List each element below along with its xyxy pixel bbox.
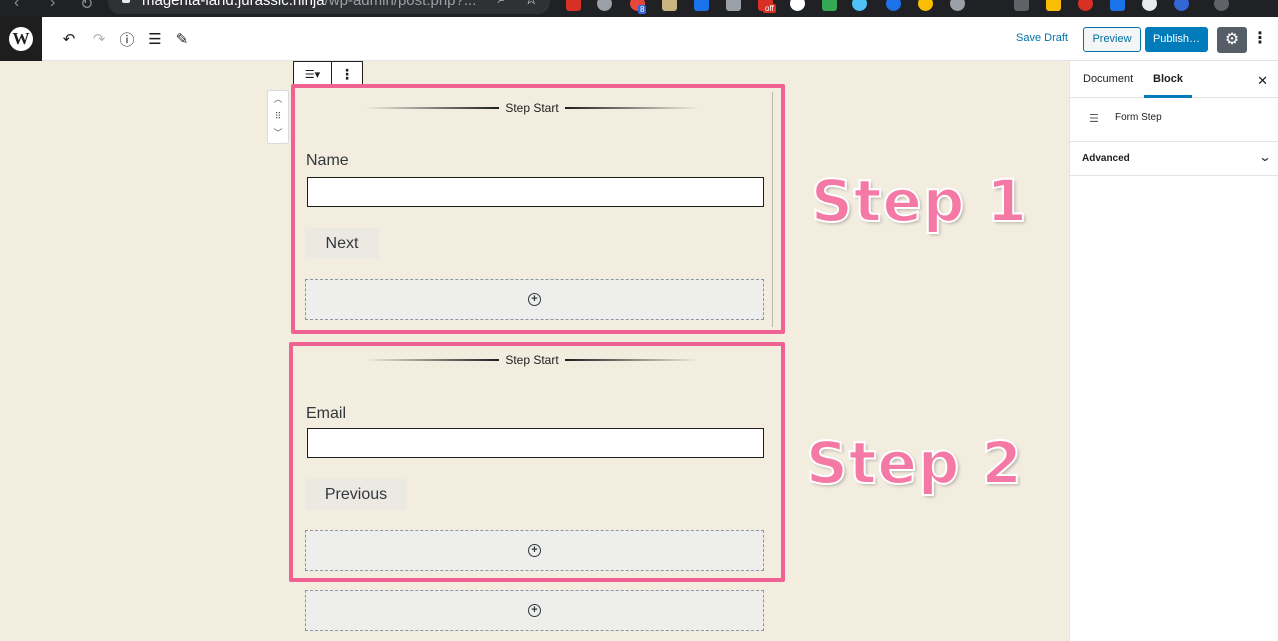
block-appender[interactable]: + — [305, 590, 764, 631]
extension-icon[interactable] — [918, 0, 933, 11]
step-1-highlight — [291, 84, 785, 334]
editor-canvas: ☰▾ ⋮ ︿ ⠿ ﹀ Step Start Name Next + Step 1… — [0, 61, 1069, 641]
block-navigation-icon[interactable]: ☰ — [145, 29, 165, 49]
form-step-icon: ☰ — [1089, 113, 1099, 125]
move-down-icon[interactable]: ﹀ — [268, 125, 288, 142]
add-block-icon: + — [528, 604, 541, 617]
block-name: Form Step — [1115, 112, 1162, 123]
extension-icon[interactable] — [662, 0, 677, 11]
profile-avatar[interactable] — [1214, 0, 1229, 11]
extension-icon[interactable] — [1174, 0, 1189, 11]
extension-icon[interactable] — [566, 0, 581, 11]
preview-button[interactable]: Preview — [1083, 27, 1141, 52]
move-up-icon[interactable]: ︿ — [268, 91, 288, 108]
extension-icon[interactable] — [1046, 0, 1061, 11]
close-icon[interactable]: ✕ — [1257, 73, 1268, 89]
wordpress-logo-button[interactable]: W — [0, 17, 42, 61]
more-options-icon[interactable]: ⋮ — [1252, 29, 1268, 49]
redo-icon[interactable]: ↷ — [89, 29, 109, 49]
lock-icon — [122, 0, 130, 3]
url-host: magenta-land.jurassic.ninja — [142, 0, 325, 9]
settings-sidebar: Document Block ✕ ☰ Form Step Advanced ⌄ — [1069, 61, 1278, 641]
panel-title: Advanced — [1082, 153, 1130, 164]
forward-icon[interactable]: › — [50, 0, 55, 12]
extension-icon[interactable] — [1110, 0, 1125, 11]
extension-icon[interactable] — [852, 0, 867, 11]
tab-block[interactable]: Block — [1144, 61, 1192, 98]
extension-icon[interactable] — [1014, 0, 1029, 11]
publish-button[interactable]: Publish… — [1145, 27, 1208, 52]
reload-icon[interactable]: ↻ — [80, 0, 93, 14]
extension-icon[interactable] — [1078, 0, 1093, 11]
browser-bar: ‹ › ↻ magenta-land.jurassic.ninja/wp-adm… — [0, 0, 1278, 17]
sidebar-tabs: Document Block ✕ — [1070, 61, 1278, 98]
block-card: ☰ Form Step — [1070, 98, 1278, 142]
info-icon[interactable]: ⓘ — [117, 29, 137, 49]
advanced-panel-toggle[interactable]: Advanced ⌄ — [1070, 142, 1278, 176]
step-2-annotation: Step 2 — [805, 428, 1023, 498]
settings-gear-icon[interactable]: ⚙ — [1217, 27, 1247, 53]
extension-icon[interactable] — [726, 0, 741, 11]
drag-handle-icon[interactable]: ⠿ — [268, 108, 288, 125]
wordpress-logo-icon: W — [9, 27, 33, 51]
extension-badge: off — [763, 4, 776, 13]
back-icon[interactable]: ‹ — [14, 0, 19, 12]
edit-mode-icon[interactable]: ✎ — [172, 29, 192, 49]
step-2-highlight — [289, 342, 785, 582]
extension-badge: 8 — [638, 5, 647, 14]
extension-icon[interactable] — [822, 0, 837, 11]
search-icon[interactable]: ⌕ — [498, 0, 506, 7]
extension-icon[interactable] — [950, 0, 965, 11]
url-path: /wp-admin/post.php?... — [324, 0, 477, 9]
tab-document[interactable]: Document — [1083, 61, 1133, 98]
undo-icon[interactable]: ↶ — [59, 29, 79, 49]
step-1-annotation: Step 1 — [810, 166, 1028, 236]
extension-icon[interactable] — [790, 0, 805, 11]
chevron-down-icon: ⌄ — [1258, 150, 1272, 164]
extension-icon[interactable] — [1142, 0, 1157, 11]
extension-icon[interactable] — [886, 0, 901, 11]
extension-icon[interactable] — [597, 0, 612, 11]
address-bar[interactable]: magenta-land.jurassic.ninja/wp-admin/pos… — [108, 0, 550, 14]
save-draft-button[interactable]: Save Draft — [1016, 32, 1068, 44]
bookmark-star-icon[interactable]: ☆ — [525, 0, 538, 8]
extension-icon[interactable] — [694, 0, 709, 11]
editor-header: W ↶ ↷ ⓘ ☰ ✎ Save Draft Preview Publish… … — [0, 17, 1278, 61]
block-mover: ︿ ⠿ ﹀ — [267, 90, 289, 144]
